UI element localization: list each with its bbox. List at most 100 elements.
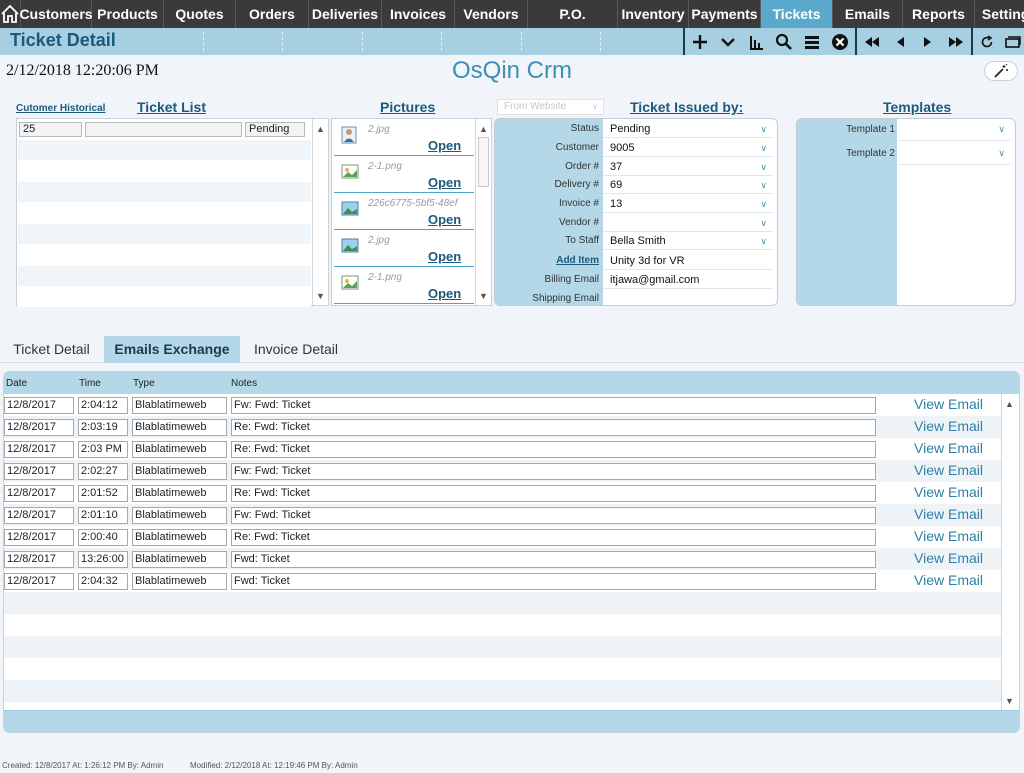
email-type-cell[interactable]: Blablatimeweb	[132, 551, 227, 568]
nav-p-o[interactable]: P.O.	[528, 0, 618, 28]
nav-reports[interactable]: Reports	[903, 0, 975, 28]
open-picture-link[interactable]: Open	[428, 249, 461, 264]
scroll-down-arrow[interactable]: ▼	[476, 288, 491, 303]
email-date-cell[interactable]: 12/8/2017	[4, 441, 74, 458]
open-picture-link[interactable]: Open	[428, 175, 461, 190]
email-notes-cell[interactable]: Fw: Fwd: Ticket	[231, 463, 876, 480]
nav-tickets[interactable]: Tickets	[761, 0, 833, 28]
ticket-description-cell[interactable]	[85, 122, 242, 137]
vendor-select[interactable]: ∨	[603, 214, 773, 232]
nav-settings[interactable]: Settings	[975, 0, 1024, 28]
list-button[interactable]	[798, 28, 826, 55]
email-type-cell[interactable]: Blablatimeweb	[132, 441, 227, 458]
first-record-button[interactable]	[858, 28, 886, 55]
email-date-cell[interactable]: 12/8/2017	[4, 529, 74, 546]
from-website-select[interactable]: From Website ∨	[497, 99, 604, 115]
email-time-cell[interactable]: 2:02:27	[78, 463, 128, 480]
email-time-cell[interactable]: 2:03:19	[78, 419, 128, 436]
magic-wand-button[interactable]	[984, 61, 1018, 81]
delete-button[interactable]	[826, 28, 854, 55]
email-date-cell[interactable]: 12/8/2017	[4, 419, 74, 436]
add-item-field[interactable]: Unity 3d for VR	[603, 252, 773, 270]
scroll-up-arrow[interactable]: ▲	[1002, 396, 1017, 411]
nav-vendors[interactable]: Vendors	[455, 0, 528, 28]
view-email-link[interactable]: View Email	[914, 572, 983, 588]
scroll-up-arrow[interactable]: ▲	[476, 121, 491, 136]
email-time-cell[interactable]: 2:01:52	[78, 485, 128, 502]
chart-button[interactable]	[742, 28, 770, 55]
view-email-link[interactable]: View Email	[914, 418, 983, 434]
email-type-cell[interactable]: Blablatimeweb	[132, 397, 227, 414]
expand-button[interactable]	[714, 28, 742, 55]
shipping-email-field[interactable]	[603, 290, 773, 305]
nav-orders[interactable]: Orders	[236, 0, 309, 28]
invoice-select[interactable]: 13 ∨	[603, 195, 773, 213]
email-notes-cell[interactable]: Re: Fwd: Ticket	[231, 419, 876, 436]
nav-quotes[interactable]: Quotes	[164, 0, 236, 28]
pictures-scrollbar[interactable]: ▲ ▼	[475, 119, 491, 305]
home-button[interactable]	[0, 0, 21, 28]
email-date-cell[interactable]: 12/8/2017	[4, 485, 74, 502]
nav-deliveries[interactable]: Deliveries	[309, 0, 382, 28]
next-record-button[interactable]	[914, 28, 942, 55]
nav-customers[interactable]: Customers	[19, 0, 93, 28]
email-notes-cell[interactable]: Fwd: Ticket	[231, 551, 876, 568]
emails-scrollbar[interactable]: ▲ ▼	[1001, 394, 1017, 710]
view-email-link[interactable]: View Email	[914, 396, 983, 412]
delivery-select[interactable]: 69 ∨	[603, 176, 773, 194]
open-picture-link[interactable]: Open	[428, 286, 461, 301]
view-email-link[interactable]: View Email	[914, 550, 983, 566]
tab-invoice-detail[interactable]: Invoice Detail	[246, 336, 346, 363]
email-notes-cell[interactable]: Re: Fwd: Ticket	[231, 485, 876, 502]
email-notes-cell[interactable]: Fwd: Ticket	[231, 573, 876, 590]
to-staff-select[interactable]: Bella Smith ∨	[603, 232, 773, 250]
email-type-cell[interactable]: Blablatimeweb	[132, 529, 227, 546]
status-select[interactable]: Pending ∨	[603, 120, 773, 138]
email-time-cell[interactable]: 2:04:32	[78, 573, 128, 590]
scroll-thumb[interactable]	[478, 137, 489, 187]
nav-emails[interactable]: Emails	[833, 0, 903, 28]
email-date-cell[interactable]: 12/8/2017	[4, 573, 74, 590]
view-email-link[interactable]: View Email	[914, 528, 983, 544]
template-1-select[interactable]: ∨	[899, 121, 1011, 141]
ticket-status-cell[interactable]: Pending	[245, 122, 305, 137]
previous-record-button[interactable]	[886, 28, 914, 55]
billing-email-field[interactable]: itjawa@gmail.com	[603, 271, 773, 289]
email-notes-cell[interactable]: Re: Fwd: Ticket	[231, 529, 876, 546]
tab-ticket-detail[interactable]: Ticket Detail	[4, 336, 99, 363]
nav-payments[interactable]: Payments	[689, 0, 761, 28]
nav-inventory[interactable]: Inventory	[618, 0, 689, 28]
email-type-cell[interactable]: Blablatimeweb	[132, 485, 227, 502]
add-item-label[interactable]: Add Item	[497, 255, 601, 266]
email-notes-cell[interactable]: Fw: Fwd: Ticket	[231, 397, 876, 414]
search-button[interactable]	[770, 28, 798, 55]
nav-products[interactable]: Products	[92, 0, 164, 28]
email-type-cell[interactable]: Blablatimeweb	[132, 507, 227, 524]
refresh-button[interactable]	[974, 28, 1000, 55]
view-email-link[interactable]: View Email	[914, 506, 983, 522]
email-time-cell[interactable]: 2:03 PM	[78, 441, 128, 458]
order-select[interactable]: 37 ∨	[603, 158, 773, 176]
email-time-cell[interactable]: 13:26:00	[78, 551, 128, 568]
view-email-link[interactable]: View Email	[914, 440, 983, 456]
email-type-cell[interactable]: Blablatimeweb	[132, 419, 227, 436]
scroll-up-arrow[interactable]: ▲	[313, 121, 328, 136]
view-email-link[interactable]: View Email	[914, 462, 983, 478]
email-time-cell[interactable]: 2:01:10	[78, 507, 128, 524]
email-type-cell[interactable]: Blablatimeweb	[132, 573, 227, 590]
email-date-cell[interactable]: 12/8/2017	[4, 551, 74, 568]
customer-select[interactable]: 9005 ∨	[603, 139, 773, 157]
template-2-select[interactable]: ∨	[899, 145, 1011, 165]
ticket-id-cell[interactable]: 25	[19, 122, 82, 137]
scroll-down-arrow[interactable]: ▼	[1002, 693, 1017, 708]
window-button[interactable]	[1000, 28, 1024, 55]
email-type-cell[interactable]: Blablatimeweb	[132, 463, 227, 480]
customer-historical-link[interactable]: Cutomer Historical	[16, 103, 105, 114]
scroll-down-arrow[interactable]: ▼	[313, 288, 328, 303]
email-notes-cell[interactable]: Re: Fwd: Ticket	[231, 441, 876, 458]
open-picture-link[interactable]: Open	[428, 138, 461, 153]
email-notes-cell[interactable]: Fw: Fwd: Ticket	[231, 507, 876, 524]
email-time-cell[interactable]: 2:00:40	[78, 529, 128, 546]
ticket-list-scrollbar[interactable]: ▲ ▼	[312, 119, 328, 305]
view-email-link[interactable]: View Email	[914, 484, 983, 500]
